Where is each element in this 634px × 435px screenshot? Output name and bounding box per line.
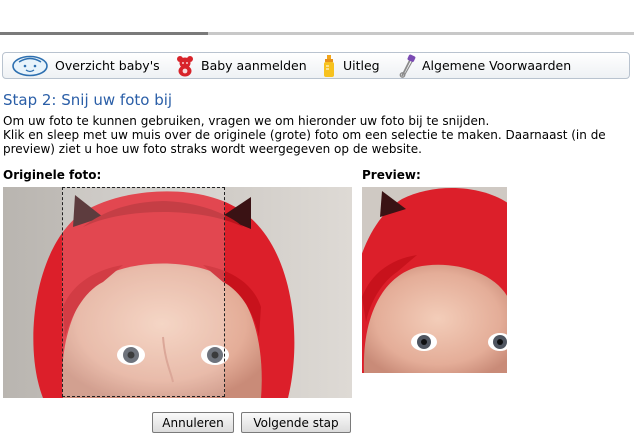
intro-line: Om uw foto te kunnen gebruiken, vragen w… xyxy=(3,114,490,128)
page-title: Stap 2: Snij uw foto bij xyxy=(3,91,173,109)
nav-label-aanmelden: Baby aanmelden xyxy=(201,58,307,73)
nav-item-uitleg[interactable]: Uitleg xyxy=(321,53,380,78)
baby-face-icon xyxy=(11,55,49,77)
cancel-button[interactable]: Annuleren xyxy=(152,412,234,433)
teddy-bear-icon xyxy=(175,55,195,77)
baby-preview-photo xyxy=(362,187,507,373)
crop-selection[interactable] xyxy=(62,187,225,397)
original-photo-label: Originele foto: xyxy=(3,168,102,182)
progress-fill xyxy=(0,32,208,35)
preview-image xyxy=(362,187,507,373)
nav-label-uitleg: Uitleg xyxy=(343,58,380,73)
nav-item-aanmelden[interactable]: Baby aanmelden xyxy=(175,53,307,78)
preview-label: Preview: xyxy=(362,168,421,182)
main-navigation: Overzicht baby's Baby aanmelden Uitleg A… xyxy=(2,52,630,79)
baby-bottle-icon xyxy=(321,54,337,78)
safety-pin-icon xyxy=(398,54,416,78)
intro-text: Om uw foto te kunnen gebruiken, vragen w… xyxy=(3,114,634,156)
progress-bar xyxy=(0,32,634,35)
original-photo[interactable] xyxy=(3,187,352,398)
nav-label-overzicht: Overzicht baby's xyxy=(55,58,160,73)
nav-label-voorwaarden: Algemene Voorwaarden xyxy=(422,58,572,73)
nav-item-overzicht[interactable]: Overzicht baby's xyxy=(11,53,160,78)
intro-line: preview) ziet u hoe uw foto straks wordt… xyxy=(3,142,422,156)
intro-line: Klik en sleep met uw muis over de origin… xyxy=(3,128,606,142)
nav-item-voorwaarden[interactable]: Algemene Voorwaarden xyxy=(398,53,571,78)
next-step-button[interactable]: Volgende stap xyxy=(241,412,351,433)
